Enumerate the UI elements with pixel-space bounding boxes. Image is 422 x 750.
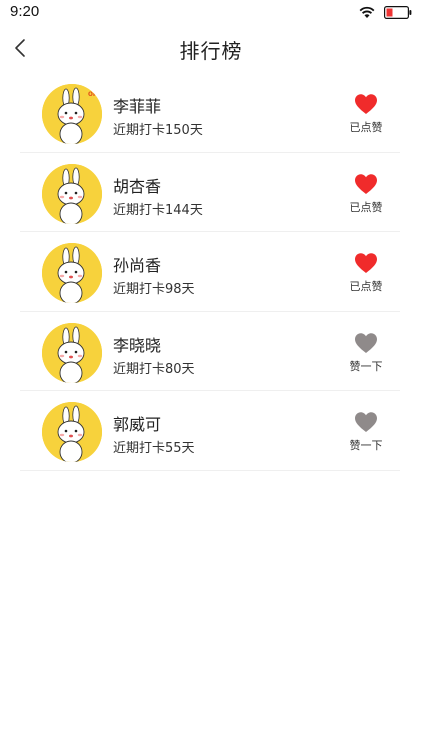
like-label: 已点赞 — [349, 200, 383, 214]
heart-icon — [355, 332, 377, 353]
like-button[interactable]: 已点赞 — [346, 173, 386, 215]
wifi-icon — [359, 6, 375, 18]
avatar — [42, 402, 102, 462]
checkin-streak: 近期打卡80天 — [113, 361, 195, 377]
heart-icon — [355, 412, 377, 432]
like-label: 赞一下 — [349, 439, 383, 452]
nav-bar: 排行榜 — [0, 24, 422, 72]
like-button[interactable]: 已点赞 — [346, 93, 386, 135]
avatar — [42, 243, 102, 303]
status-icons — [358, 5, 412, 19]
heart-icon — [355, 173, 377, 194]
like-button[interactable]: 赞一下 — [346, 332, 386, 374]
user-name: 孙尚香 — [113, 256, 162, 275]
svg-text:ok: ok — [88, 89, 98, 98]
checkin-streak: 近期打卡144天 — [113, 202, 203, 218]
like-button[interactable]: 已点赞 — [346, 252, 386, 294]
ranking-row: 胡杏香 近期打卡144天 已点赞 — [20, 153, 400, 232]
checkin-streak: 近期打卡150天 — [113, 123, 203, 138]
user-name: 李晓晓 — [113, 335, 162, 355]
user-name: 郭威可 — [113, 415, 162, 434]
heart-icon — [355, 94, 377, 114]
rabbit-avatar-icon — [42, 163, 102, 224]
avatar — [42, 163, 102, 224]
ranking-row: ok 李菲菲 近期打卡150天 已点赞 — [20, 73, 400, 153]
checkin-streak: 近期打卡55天 — [113, 441, 195, 456]
rabbit-avatar-icon — [42, 322, 102, 383]
rabbit-avatar-icon: ok — [42, 84, 102, 144]
avatar — [42, 322, 102, 383]
like-label: 已点赞 — [349, 121, 383, 134]
rabbit-avatar-icon — [42, 243, 102, 303]
rabbit-avatar-icon — [42, 402, 102, 462]
heart-icon — [355, 253, 377, 273]
ranking-list: ok 李菲菲 近期打卡150天 已点赞 胡杏香 近期打卡144天 已点赞 孙尚香… — [20, 73, 400, 471]
user-name: 胡杏香 — [113, 176, 162, 196]
ranking-row: 李晓晓 近期打卡80天 赞一下 — [20, 312, 400, 391]
like-label: 已点赞 — [349, 280, 383, 293]
checkin-streak: 近期打卡98天 — [113, 282, 195, 297]
user-name: 李菲菲 — [113, 97, 162, 116]
avatar: ok — [42, 84, 102, 144]
ranking-row: 郭威可 近期打卡55天 赞一下 — [20, 391, 400, 471]
battery-icon — [384, 5, 412, 19]
page-title: 排行榜 — [179, 39, 243, 63]
like-button[interactable]: 赞一下 — [346, 411, 386, 453]
status-time: 9:20 — [10, 3, 40, 20]
like-label: 赞一下 — [349, 359, 383, 373]
status-bar: 9:20 — [0, 0, 422, 24]
ranking-row: 孙尚香 近期打卡98天 已点赞 — [20, 232, 400, 312]
